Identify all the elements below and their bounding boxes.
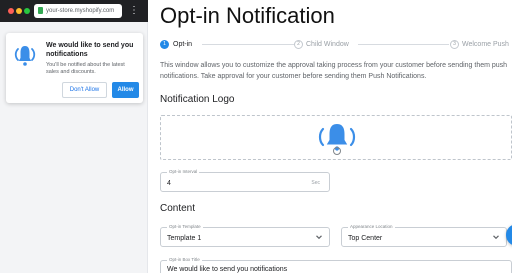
appearance-location-value: Top Center [348, 235, 383, 242]
url-text: your-store.myshopify.com [46, 8, 115, 14]
logo-upload-area[interactable] [160, 115, 512, 160]
allow-button[interactable]: Allow [112, 82, 139, 98]
chevron-down-icon [316, 235, 322, 240]
optin-box-title-label: Opt-in Box Title [167, 257, 202, 263]
close-dot [8, 8, 14, 14]
intro-text: This window allows you to customize the … [160, 62, 508, 80]
optin-template-select[interactable]: Opt-in Template Template 1 [160, 224, 330, 247]
browser-preview: your-store.myshopify.com ⋮ We would like… [0, 0, 148, 273]
maximize-dot [24, 8, 30, 14]
step-3-number[interactable]: 3 [450, 40, 459, 49]
remove-logo-icon[interactable] [333, 147, 341, 155]
step-1-label[interactable]: Opt-in [173, 38, 192, 51]
address-bar[interactable]: your-store.myshopify.com [34, 4, 122, 18]
step-2-label[interactable]: Child Window [306, 38, 349, 51]
minimize-dot [16, 8, 22, 14]
more-icon[interactable]: ⋮ [129, 3, 139, 19]
step-3-label[interactable]: Welcome Push [462, 38, 509, 51]
appearance-location-label: Appearance Location [348, 224, 395, 230]
optin-interval-field[interactable]: Opt-in Interval 4 Sec [160, 169, 330, 192]
optin-box-title-value: We would like to send you notifications [167, 266, 288, 273]
app-screen: your-store.myshopify.com ⋮ We would like… [0, 0, 512, 273]
browser-topbar: your-store.myshopify.com ⋮ [0, 0, 148, 22]
step-connector [358, 44, 449, 45]
chevron-down-icon [493, 235, 499, 240]
step-2-number[interactable]: 2 [294, 40, 303, 49]
bell-icon [12, 41, 38, 69]
optin-interval-unit: Sec [311, 180, 320, 186]
page-title: Opt-in Notification [160, 3, 335, 28]
shopify-icon [38, 7, 43, 14]
stepper: 1 Opt-in 2 Child Window 3 Welcome Push [160, 38, 512, 52]
preview-description: You'll be notified about the latest sale… [46, 62, 125, 75]
optin-template-label: Opt-in Template [167, 224, 203, 230]
optin-interval-label: Opt-in Interval [167, 169, 200, 175]
appearance-location-select[interactable]: Appearance Location Top Center [341, 224, 507, 247]
optin-template-value: Template 1 [167, 235, 202, 242]
optin-box-title-field[interactable]: Opt-in Box Title We would like to send y… [160, 257, 512, 273]
step-connector [202, 44, 294, 45]
main-content: Opt-in Notification 1 Opt-in 2 Child Win… [160, 0, 512, 273]
preview-title: We would like to send you notifications [46, 42, 134, 58]
dont-allow-button[interactable]: Don't Allow [62, 82, 107, 98]
optin-interval-value: 4 [167, 180, 171, 187]
content-heading: Content [160, 203, 196, 214]
step-1-number[interactable]: 1 [160, 40, 169, 49]
notification-logo-heading: Notification Logo [160, 94, 235, 105]
